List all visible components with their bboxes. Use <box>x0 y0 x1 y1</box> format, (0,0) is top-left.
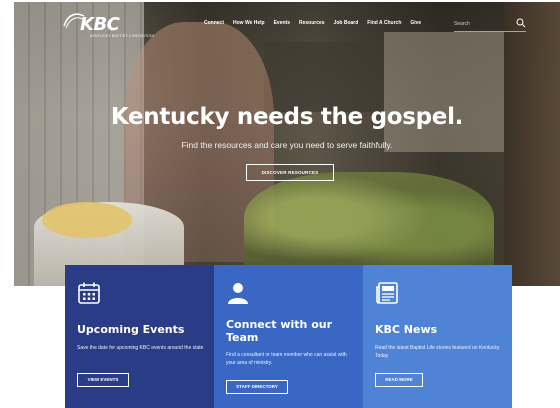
kbc-logo[interactable]: KBC KENTUCKY BAPTIST CONVENTION <box>63 13 158 40</box>
view-events-button[interactable]: VIEW EVENTS <box>77 373 129 387</box>
hero-subtitle: Find the resources and care you need to … <box>181 140 393 150</box>
search-box <box>454 16 526 32</box>
hero-photo-window <box>264 42 384 112</box>
card-description: Read the latest Baptist Life stories fea… <box>375 345 500 359</box>
menu-item-job-board[interactable]: Job Board <box>334 20 359 26</box>
card-title: KBC News <box>375 323 438 336</box>
menu-item-connect[interactable]: Connect <box>204 20 224 26</box>
hero-section: KBC KENTUCKY BAPTIST CONVENTION Connect … <box>14 2 560 286</box>
search-icon[interactable] <box>516 18 526 28</box>
card-kbc-news: KBC News Read the latest Baptist Life st… <box>363 265 512 408</box>
menu-item-find-a-church[interactable]: Find A Church <box>367 20 401 26</box>
read-more-button[interactable]: READ MORE <box>375 373 423 387</box>
top-navigation: KBC KENTUCKY BAPTIST CONVENTION Connect … <box>14 2 560 46</box>
hero-photo-squash <box>42 202 132 238</box>
hero-title: Kentucky needs the gospel. <box>110 104 464 130</box>
logo-subtitle: KENTUCKY BAPTIST CONVENTION <box>90 34 155 38</box>
discover-resources-button[interactable]: DISCOVER RESOURCES <box>246 164 334 181</box>
hero-photo-wall <box>384 32 504 152</box>
card-description: Find a consultant or team member who can… <box>226 352 347 366</box>
feature-cards: Upcoming Events Save the date for upcomi… <box>65 265 512 408</box>
card-title: Connect with our Team <box>226 318 333 344</box>
card-description: Save the date for upcoming KBC events ar… <box>77 345 204 351</box>
staff-directory-button[interactable]: STAFF DIRECTORY <box>226 380 288 394</box>
search-input[interactable] <box>454 18 512 30</box>
card-connect-with-team: Connect with our Team Find a consultant … <box>214 265 363 408</box>
card-title: Upcoming Events <box>77 323 185 336</box>
main-menu: Connect How We Help Events Resources Job… <box>204 20 430 26</box>
card-upcoming-events: Upcoming Events Save the date for upcomi… <box>65 265 214 408</box>
menu-item-events[interactable]: Events <box>274 20 290 26</box>
logo-text: KBC <box>80 14 120 35</box>
person-icon <box>228 283 248 304</box>
menu-item-resources[interactable]: Resources <box>299 20 325 26</box>
calendar-icon <box>78 282 100 304</box>
menu-item-give[interactable]: Give <box>410 20 421 26</box>
menu-item-how-we-help[interactable]: How We Help <box>233 20 265 26</box>
newspaper-icon <box>376 282 398 304</box>
